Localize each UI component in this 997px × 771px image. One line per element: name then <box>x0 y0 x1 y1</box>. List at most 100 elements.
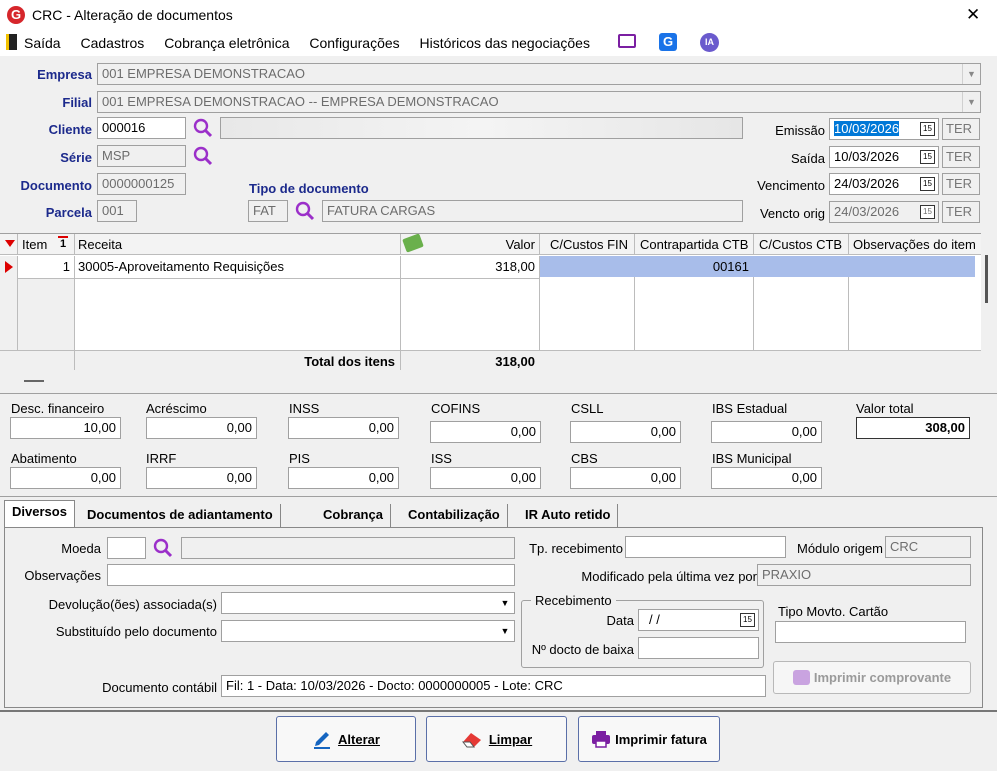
col-item-header[interactable]: Item <box>22 237 47 252</box>
vencto-orig-date-input[interactable]: 24/03/2026 15 <box>829 201 939 223</box>
cbs-input[interactable]: 0,00 <box>570 467 681 489</box>
search-icon[interactable] <box>294 200 316 222</box>
tipo-cartao-input[interactable] <box>775 621 966 643</box>
recebimento-data-input[interactable]: / /15 <box>638 609 759 631</box>
imprimir-comprovante-button[interactable]: Imprimir comprovante <box>773 661 971 694</box>
total-items-label: Total dos itens <box>304 354 395 369</box>
desc-fin-input[interactable]: 10,00 <box>10 417 121 439</box>
row-item-cell: 1 <box>62 259 70 274</box>
calendar-icon[interactable]: 15 <box>920 177 935 191</box>
irrf-label: IRRF <box>146 451 177 466</box>
moeda-input[interactable] <box>107 537 146 559</box>
items-grid[interactable]: Item 1 Receita Valor C/Custos FIN Contra… <box>0 233 981 370</box>
filial-select[interactable]: 001 EMPRESA DEMONSTRACAO -- EMPRESA DEMO… <box>97 91 981 113</box>
splitter-handle[interactable] <box>24 380 44 382</box>
table-row[interactable]: 1 30005-Aproveitamento Requisições 318,0… <box>0 256 975 277</box>
search-icon[interactable] <box>192 117 214 139</box>
tab-documentos-adiantamento[interactable]: Documentos de adiantamento <box>80 504 281 527</box>
documento-input[interactable]: 0000000125 <box>97 173 186 195</box>
col-contrapartida-header[interactable]: Contrapartida CTB <box>640 237 748 252</box>
chevron-down-icon[interactable]: ▼ <box>496 621 514 641</box>
saida-weekday: TER <box>942 146 980 168</box>
devolucao-select[interactable]: ▼ <box>221 592 515 614</box>
row-pointer-icon <box>5 261 13 273</box>
substituido-select[interactable]: ▼ <box>221 620 515 642</box>
empresa-label: Empresa <box>37 67 92 82</box>
emissao-weekday: TER <box>942 118 980 140</box>
calendar-icon[interactable]: 15 <box>920 150 935 164</box>
tab-contabilizacao[interactable]: Contabilização <box>401 504 508 527</box>
close-icon[interactable]: ✕ <box>966 5 980 25</box>
calendar-icon[interactable]: 15 <box>740 613 755 627</box>
limpar-button[interactable]: Limpar <box>426 716 567 762</box>
tab-diversos[interactable]: Diversos <box>4 500 75 527</box>
ia-icon[interactable]: IA <box>700 33 719 52</box>
observacoes-input[interactable] <box>107 564 515 586</box>
ibs-estadual-label: IBS Estadual <box>712 401 788 416</box>
cliente-input[interactable]: 000016 <box>97 117 186 139</box>
empresa-select[interactable]: 001 EMPRESA DEMONSTRACAO ▼ <box>97 63 981 85</box>
eraser-icon <box>461 733 481 748</box>
cliente-name-field <box>220 117 743 139</box>
csll-input[interactable]: 0,00 <box>570 421 681 443</box>
docto-baixa-label: Nº docto de baixa <box>531 642 634 657</box>
pencil-icon <box>314 732 331 749</box>
search-icon[interactable] <box>192 145 214 167</box>
menu-cobranca[interactable]: Cobrança eletrônica <box>164 35 289 51</box>
irrf-input[interactable]: 0,00 <box>146 467 257 489</box>
tp-recebimento-input[interactable] <box>625 536 786 558</box>
g-app-icon[interactable]: G <box>659 33 677 51</box>
abatimento-label: Abatimento <box>11 451 77 466</box>
calendar-icon[interactable]: 15 <box>920 122 935 136</box>
ibs-estadual-input[interactable]: 0,00 <box>711 421 822 443</box>
row-valor-cell: 318,00 <box>495 259 535 274</box>
menu-configuracoes[interactable]: Configurações <box>309 35 399 51</box>
menu-bar: Saída Cadastros Cobrança eletrônica Conf… <box>0 30 997 56</box>
saida-date-input[interactable]: 10/03/2026 15 <box>829 146 939 168</box>
desc-fin-label: Desc. financeiro <box>11 401 105 416</box>
chevron-down-icon[interactable]: ▼ <box>962 64 980 84</box>
col-ccfin-header[interactable]: C/Custos FIN <box>550 237 628 252</box>
inss-input[interactable]: 0,00 <box>288 417 399 439</box>
chevron-down-icon[interactable]: ▼ <box>962 92 980 112</box>
iss-input[interactable]: 0,00 <box>430 467 541 489</box>
menu-saida[interactable]: Saída <box>24 35 61 51</box>
tab-cobranca[interactable]: Cobrança <box>316 504 391 527</box>
chevron-down-icon[interactable]: ▼ <box>496 593 514 613</box>
emissao-date-input[interactable]: 10/03/2026 15 <box>829 118 939 140</box>
docto-baixa-input[interactable] <box>638 637 759 659</box>
emissao-label: Emissão <box>775 123 825 138</box>
menu-cadastros[interactable]: Cadastros <box>80 35 144 51</box>
tipo-doc-code-input[interactable]: FAT <box>248 200 288 222</box>
grid-scrollbar[interactable] <box>981 233 997 370</box>
title-bar: G CRC - Alteração de documentos ✕ <box>0 0 997 30</box>
calendar-icon[interactable]: 15 <box>920 205 935 219</box>
tab-ir-auto-retido[interactable]: IR Auto retido <box>518 504 619 527</box>
vencimento-date-input[interactable]: 24/03/2026 15 <box>829 173 939 195</box>
serie-input[interactable]: MSP <box>97 145 186 167</box>
cbs-label: CBS <box>571 451 598 466</box>
ibs-municipal-input[interactable]: 0,00 <box>711 467 822 489</box>
modulo-origem-label: Módulo origem <box>797 541 883 556</box>
pis-input[interactable]: 0,00 <box>288 467 399 489</box>
documento-label: Documento <box>20 178 93 193</box>
tipo-doc-desc-field: FATURA CARGAS <box>322 200 743 222</box>
imprimir-fatura-button[interactable]: Imprimir fatura <box>578 716 720 762</box>
substituido-label: Substituído pelo documento <box>55 624 217 639</box>
printer-icon <box>792 670 810 685</box>
recebimento-legend: Recebimento <box>531 593 616 608</box>
col-obs-header[interactable]: Observações do item <box>853 237 976 252</box>
monitor-icon[interactable] <box>618 34 636 48</box>
serie-label: Série <box>60 150 92 165</box>
search-icon[interactable] <box>152 537 174 559</box>
abatimento-input[interactable]: 0,00 <box>10 467 121 489</box>
alterar-button[interactable]: Alterar <box>276 716 416 762</box>
parcela-input[interactable]: 001 <box>97 200 137 222</box>
col-ccctb-header[interactable]: C/Custos CTB <box>759 237 842 252</box>
sort-asc-icon[interactable]: 1 <box>58 236 69 250</box>
acrescimo-input[interactable]: 0,00 <box>146 417 257 439</box>
cofins-input[interactable]: 0,00 <box>430 421 541 443</box>
col-receita-header[interactable]: Receita <box>78 237 122 252</box>
menu-historicos[interactable]: Históricos das negociações <box>420 35 590 51</box>
col-valor-header[interactable]: Valor <box>470 237 535 252</box>
